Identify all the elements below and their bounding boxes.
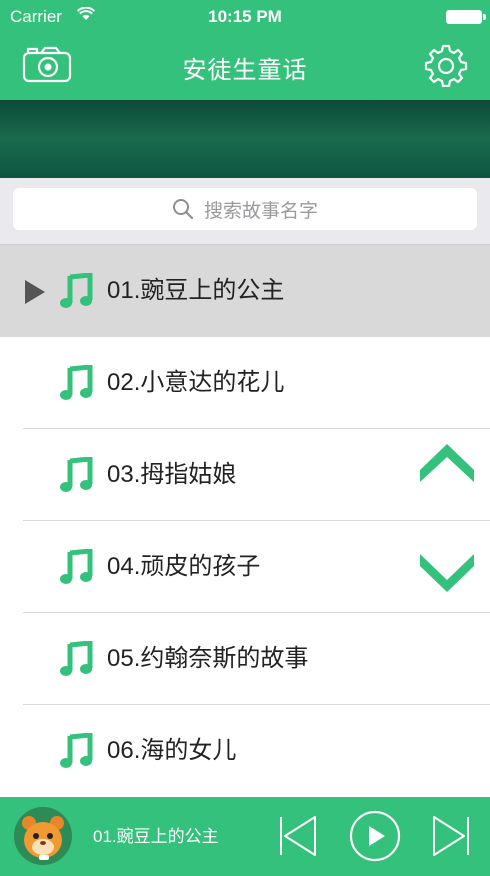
list-item[interactable]: 01.豌豆上的公主 [0, 245, 490, 337]
next-icon[interactable] [432, 815, 470, 857]
story-title: 01.豌豆上的公主 [107, 277, 285, 304]
search-placeholder: 搜索故事名字 [203, 200, 318, 222]
story-title: 04.顽皮的孩子 [107, 553, 261, 580]
music-note-icon [60, 457, 93, 492]
story-title: 06.海的女儿 [107, 737, 237, 764]
app-screen: Carrier 10:15 PM 安徒生童话 搜索故事名字 01.豌豆上的公主 … [0, 0, 490, 876]
banner-image [0, 100, 490, 178]
search-input[interactable]: 搜索故事名字 [13, 188, 477, 230]
music-note-icon [60, 273, 93, 308]
list-item[interactable]: 06.海的女儿 [0, 705, 490, 797]
search-icon [172, 199, 194, 220]
chevron-up-icon[interactable] [420, 440, 474, 484]
search-bar: 搜索故事名字 [0, 178, 490, 245]
camera-icon[interactable] [22, 44, 74, 84]
play-indicator-icon [25, 280, 45, 304]
story-title: 05.约翰奈斯的故事 [107, 645, 309, 672]
list-item[interactable]: 04.顽皮的孩子 [0, 521, 490, 613]
now-playing-title: 01.豌豆上的公主 [93, 827, 219, 846]
story-list: 01.豌豆上的公主 02.小意达的花儿 03.拇指姑娘 04.顽皮的孩子 05.… [0, 245, 490, 797]
status-bar: Carrier 10:15 PM [0, 0, 490, 34]
story-title: 03.拇指姑娘 [107, 461, 237, 488]
list-item[interactable]: 02.小意达的花儿 [0, 337, 490, 429]
list-item[interactable]: 03.拇指姑娘 [0, 429, 490, 521]
mini-player: 01.豌豆上的公主 [0, 797, 490, 876]
list-item[interactable]: 05.约翰奈斯的故事 [0, 613, 490, 705]
gear-icon[interactable] [424, 43, 468, 87]
chevron-down-icon[interactable] [420, 552, 474, 596]
top-bar: Carrier 10:15 PM 安徒生童话 [0, 0, 490, 100]
avatar[interactable] [14, 807, 72, 865]
music-note-icon [60, 733, 93, 768]
page-title: 安徒生童话 [182, 57, 308, 84]
mascot-icon [14, 807, 72, 865]
story-title: 02.小意达的花儿 [107, 369, 285, 396]
play-icon[interactable] [349, 810, 401, 862]
status-time: 10:15 PM [208, 7, 282, 26]
battery-icon [446, 10, 486, 24]
music-note-icon [60, 365, 93, 400]
music-note-icon [60, 641, 93, 676]
previous-icon[interactable] [279, 815, 317, 857]
music-note-icon [60, 549, 93, 584]
